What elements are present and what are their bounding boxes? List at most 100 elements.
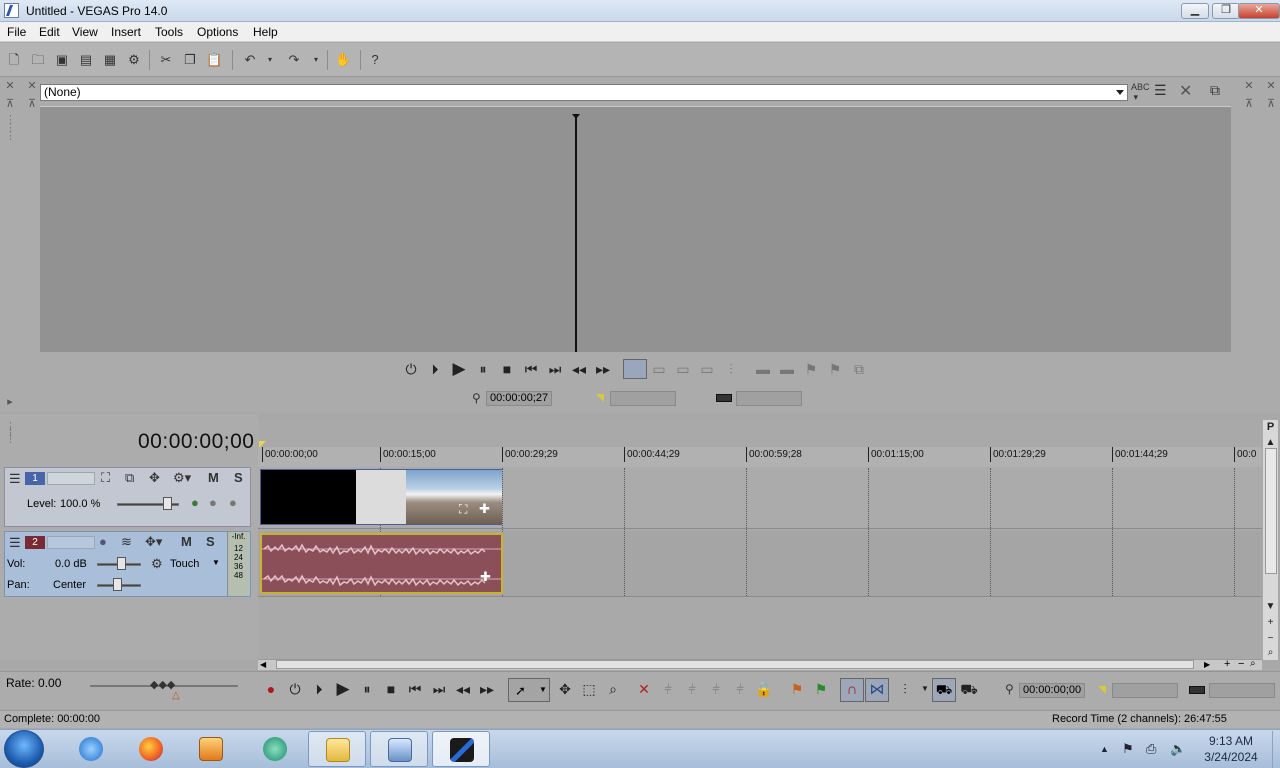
event-fx-icon[interactable]: ✚ <box>479 501 490 517</box>
hscroll-thumb[interactable] <box>276 660 1194 669</box>
scroll-down-icon[interactable]: ▼ <box>1263 600 1278 614</box>
panel-pin-icon[interactable]: ⊼ <box>5 99 15 110</box>
chevron-down-icon[interactable]: ▼ <box>212 558 220 567</box>
mute-button[interactable]: M <box>208 471 219 485</box>
menu-insert[interactable]: Insert <box>111 25 141 39</box>
fx-chain-icon[interactable]: ☰ <box>1154 82 1167 99</box>
taskbar-clock[interactable]: 9:13 AM 3/24/2024 <box>1195 733 1267 765</box>
panel-close-icon-2[interactable]: ✕ <box>27 81 37 92</box>
panel-close-icon-right[interactable]: ✕ <box>1244 81 1254 92</box>
pan-slider-knob[interactable] <box>113 578 122 591</box>
audio-track-header[interactable]: ☰ 2 ● ≋ ✥▾ M S Vol: 0.0 dB ⚙ Touch ▼ Pan… <box>4 531 251 597</box>
menu-file[interactable]: File <box>7 25 26 39</box>
track-fx-icon[interactable]: ≋ <box>121 535 132 549</box>
panel-close-icon[interactable]: ✕ <box>5 81 15 92</box>
snapping-magnet-icon[interactable]: ∩ <box>840 678 864 702</box>
redo-dropdown-icon[interactable]: ▾ <box>308 52 324 68</box>
magnify-icon[interactable]: ⌕ <box>1263 646 1278 660</box>
keyframe-icon-9[interactable]: ⧉ <box>850 361 868 377</box>
auto-crossfade-icon[interactable]: ⋈ <box>865 678 889 702</box>
taskbar-firefox[interactable] <box>122 731 180 767</box>
go-to-start-icon[interactable]: ⏮ <box>406 681 424 697</box>
loop-playback-icon[interactable]: ⏻ <box>402 361 420 377</box>
make-compositing-child-icon[interactable]: ● <box>229 496 237 510</box>
split-screen-icon[interactable]: ⧉ <box>1210 82 1220 99</box>
redo-icon[interactable]: ↷ <box>286 52 302 68</box>
play-icon[interactable]: ▶ <box>450 360 468 377</box>
show-hidden-icons-icon[interactable]: ▲ <box>1100 744 1109 754</box>
copy-icon[interactable]: ❐ <box>182 52 198 68</box>
minimize-button[interactable]: ▁ <box>1181 3 1209 19</box>
automation-mode-value[interactable]: Touch <box>170 558 199 570</box>
level-slider-knob[interactable] <box>163 497 172 510</box>
track-collapse-icon[interactable]: ☰ <box>9 536 21 550</box>
track-settings-gear-icon[interactable]: ⚙▾ <box>173 471 191 485</box>
maximize-button[interactable]: ❐ <box>1212 3 1240 19</box>
preview-cursor-time[interactable]: 00:00:00;27 <box>486 391 552 406</box>
keyframe-icon-8[interactable]: ⚑ <box>826 361 844 377</box>
go-to-end-icon[interactable]: ⏭ <box>430 681 448 697</box>
play-from-start-icon[interactable]: ⏵ <box>426 361 444 377</box>
play-icon[interactable]: ▶ <box>334 680 352 697</box>
volume-slider-knob[interactable] <box>117 557 126 570</box>
keyframe-icon-1[interactable]: ▭ <box>650 361 668 377</box>
normal-edit-tool-button[interactable]: ➚ ▼ <box>508 678 550 702</box>
panel-pin-icon-right-2[interactable]: ⊼ <box>1266 99 1276 110</box>
track-list-grip[interactable]: ⋮ ⋮ ⋮ <box>5 422 16 445</box>
volume-muted-icon[interactable]: 🔈 <box>1170 741 1186 757</box>
keyframe-icon-4[interactable]: ⫶ <box>722 361 740 377</box>
stop-icon[interactable]: ■ <box>382 681 400 697</box>
envelope-tool-icon[interactable]: ✥ <box>556 681 574 697</box>
menu-tools[interactable]: Tools <box>155 25 183 39</box>
show-desktop-button[interactable] <box>1272 731 1280 768</box>
selection-length-field[interactable] <box>1209 683 1275 698</box>
automation-gear-icon[interactable]: ⚙ <box>151 557 163 571</box>
track-collapse-icon[interactable]: ☰ <box>9 472 21 486</box>
scroll-right-icon[interactable]: ▶ <box>1204 660 1210 669</box>
go-to-end-icon[interactable]: ⏭ <box>546 361 564 377</box>
menu-edit[interactable]: Edit <box>39 25 60 39</box>
video-event[interactable]: ⛶ ✚ <box>260 469 502 525</box>
taskbar-control-panel[interactable] <box>370 731 428 767</box>
panel-expand-icon[interactable]: ▸ <box>5 397 15 408</box>
go-to-start-icon[interactable]: ⏮ <box>522 361 540 377</box>
zoom-in-time-icon[interactable]: + <box>1224 658 1230 670</box>
selection-tool-icon[interactable]: ⬚ <box>580 681 598 697</box>
trim-start-icon[interactable]: ⫩ <box>683 681 701 697</box>
loop-playback-icon[interactable]: ⏻ <box>286 681 304 697</box>
timeline-ruler[interactable]: 00:00:00;00 00:00:15;00 00:00:29;29 00:0… <box>258 447 1262 468</box>
solo-button[interactable]: S <box>234 471 243 485</box>
selection-start-field[interactable] <box>1112 683 1178 698</box>
taskbar-internet-explorer[interactable] <box>62 731 120 767</box>
zoom-out-time-icon[interactable]: − <box>1238 658 1244 670</box>
zoom-tool-icon[interactable]: ⌕ <box>604 681 622 697</box>
whats-this-help-icon[interactable]: ? <box>367 52 383 68</box>
insert-marker-icon[interactable]: ⚑ <box>788 681 806 697</box>
audio-event[interactable]: ✚ <box>260 533 503 594</box>
event-crop-icon[interactable]: ⛶ <box>459 502 467 517</box>
keyframe-icon-3[interactable]: ▭ <box>698 361 716 377</box>
delete-icon[interactable]: ✕ <box>635 681 653 697</box>
record-icon[interactable]: ● <box>262 681 280 697</box>
menu-view[interactable]: View <box>72 25 98 39</box>
taskbar-media-player[interactable] <box>182 731 240 767</box>
remove-fx-icon[interactable]: ✕ <box>1179 81 1192 101</box>
current-time-display[interactable]: 00:00:00;00 <box>138 430 254 454</box>
track-list-menu-icon[interactable]: P <box>1263 420 1278 434</box>
new-file-icon[interactable]: 🗋 <box>6 52 22 68</box>
save-icon[interactable]: ▣ <box>54 52 70 68</box>
menu-options[interactable]: Options <box>197 25 238 39</box>
stop-icon[interactable]: ■ <box>498 361 516 377</box>
render-as-icon[interactable]: ▦ <box>102 52 118 68</box>
selection-start-field[interactable] <box>610 391 676 406</box>
network-icon[interactable]: ⎙ <box>1146 741 1156 757</box>
timeline-cursor-time[interactable]: 00:00:00;00 <box>1019 683 1085 698</box>
arm-record-icon[interactable]: ● <box>99 535 107 549</box>
keyframe-icon-5[interactable]: ▬ <box>754 361 772 377</box>
track-name-field[interactable] <box>47 536 95 549</box>
pause-icon[interactable]: ⏸ <box>358 681 376 697</box>
panel-grip-left[interactable]: ⋮ ⋮ ⋮ <box>5 115 16 142</box>
compositing-mode-icon[interactable]: ✥ <box>149 471 160 485</box>
mute-button[interactable]: M <box>181 535 192 549</box>
cut-icon[interactable]: ✂ <box>158 52 174 68</box>
